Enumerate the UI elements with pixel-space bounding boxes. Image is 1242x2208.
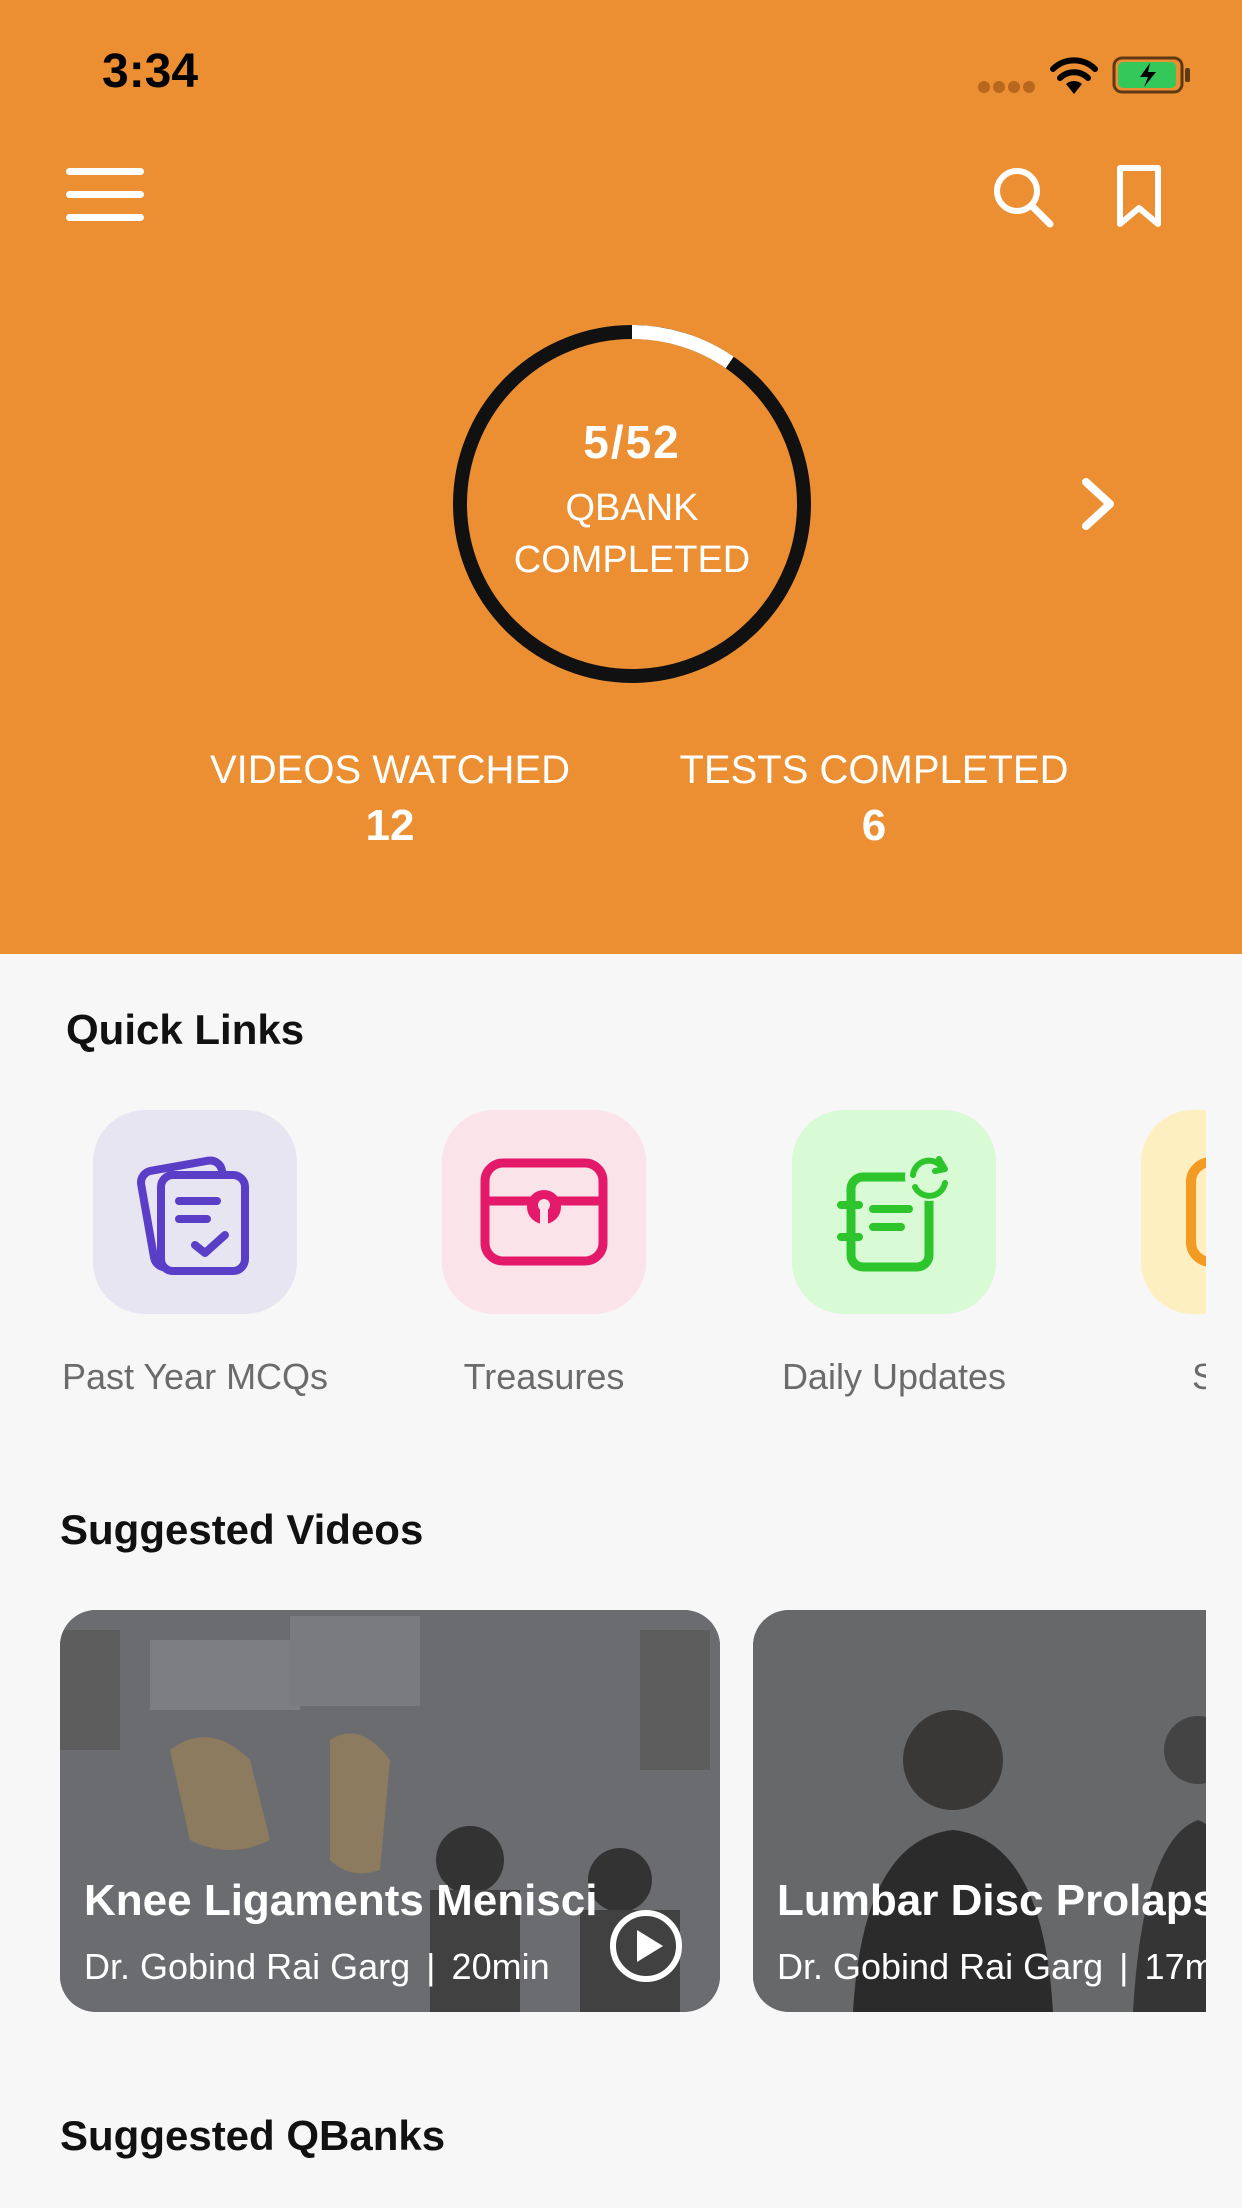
notebook-refresh-icon (837, 1153, 953, 1272)
quick-link-past-year-mcqs[interactable]: Past Year MCQs (35, 1110, 355, 1398)
play-icon[interactable] (608, 1908, 684, 1984)
treasure-chest-icon (480, 1158, 608, 1266)
video-duration: 20min (451, 1946, 550, 1987)
quick-link-tile (1141, 1110, 1206, 1314)
saved-icon (1186, 1157, 1206, 1267)
quick-link-daily-updates[interactable]: Daily Updates (734, 1110, 1054, 1398)
video-duration: 17min (1144, 1946, 1206, 1987)
video-meta: Dr. Gobind Rai Garg | 20min (84, 1946, 550, 1988)
qbank-label-line2: COMPLETED (513, 539, 751, 581)
clipboard-check-icon (137, 1156, 249, 1275)
video-author: Dr. Gobind Rai Garg (777, 1946, 1104, 1987)
battery-icon (1112, 56, 1190, 94)
quick-links-row: Past Year MCQs Treasures Daily Updates S (0, 1110, 1206, 1410)
videos-watched-value: 12 (365, 801, 415, 850)
wifi-icon (1050, 57, 1098, 94)
bookmark-icon[interactable] (1114, 164, 1164, 230)
header-panel: 3:34 5/52 QBANK COMPLETED VIDEOS WATCHED… (0, 0, 1242, 954)
tests-completed-stat: TESTS COMPLETED 6 (674, 748, 1074, 851)
search-icon[interactable] (990, 164, 1056, 230)
quick-links-title: Quick Links (66, 1006, 305, 1053)
menu-button[interactable] (66, 168, 144, 224)
quick-link-label: Past Year MCQs (61, 1356, 329, 1397)
status-time: 3:34 (102, 45, 199, 98)
quick-link-tile (442, 1110, 646, 1314)
video-card[interactable]: Lumbar Disc Prolapse Dr. Gobind Rai Garg… (753, 1610, 1206, 2012)
video-card[interactable]: Knee Ligaments Menisci Dr. Gobind Rai Ga… (60, 1610, 720, 2012)
suggested-videos-row: Knee Ligaments Menisci Dr. Gobind Rai Ga… (0, 1610, 1206, 2014)
video-meta: Dr. Gobind Rai Garg | 17min (777, 1946, 1206, 1988)
meta-divider: | (1119, 1946, 1129, 1987)
cell-signal-icon (978, 80, 1038, 94)
tests-completed-label: TESTS COMPLETED (679, 748, 1069, 792)
tests-completed-value: 6 (861, 801, 887, 850)
status-bar: 3:34 (0, 0, 1242, 150)
quick-link-label: Saved (1191, 1356, 1206, 1397)
quick-link-label: Treasures (463, 1356, 625, 1397)
quick-link-label: Daily Updates (781, 1356, 1007, 1397)
ring-progress-arc (631, 325, 734, 369)
quick-link-tile (93, 1110, 297, 1314)
qbank-count: 5/52 (583, 416, 681, 468)
quick-link-treasures[interactable]: Treasures (384, 1110, 704, 1398)
chevron-right-icon[interactable] (1076, 476, 1120, 532)
quick-link-saved[interactable]: Saved (1083, 1110, 1206, 1398)
video-title: Knee Ligaments Menisci (84, 1876, 598, 1925)
video-author: Dr. Gobind Rai Garg (84, 1946, 411, 1987)
video-title: Lumbar Disc Prolapse (777, 1876, 1206, 1925)
suggested-videos-title: Suggested Videos (60, 1506, 424, 1553)
videos-watched-stat: VIDEOS WATCHED 12 (190, 748, 590, 851)
qbank-label-line1: QBANK (565, 487, 699, 529)
suggested-qbanks-title: Suggested QBanks (60, 2112, 446, 2159)
meta-divider: | (426, 1946, 436, 1987)
quick-link-tile (792, 1110, 996, 1314)
qbank-label: QBANK COMPLETED (450, 482, 814, 586)
videos-watched-label: VIDEOS WATCHED (209, 748, 571, 792)
